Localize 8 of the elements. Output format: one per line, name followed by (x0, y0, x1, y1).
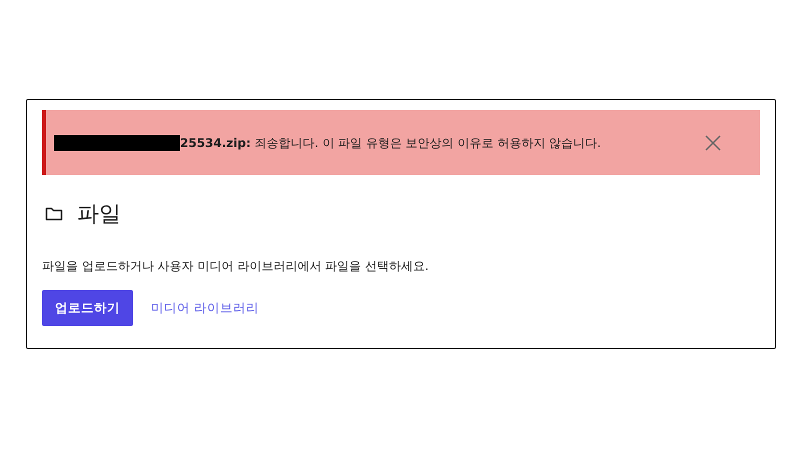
media-library-link[interactable]: 미디어 라이브러리 (151, 300, 259, 316)
folder-icon (45, 206, 63, 222)
upload-button[interactable]: 업로드하기 (42, 290, 133, 326)
error-message: 25534.zip: 죄송합니다. 이 파일 유형은 보안상의 이유로 허용하지 않습니다. (180, 134, 602, 152)
close-icon (704, 134, 722, 152)
panel-description: 파일을 업로드하거나 사용자 미디어 라이브러리에서 파일을 선택하세요. (42, 258, 430, 275)
close-button[interactable] (704, 134, 722, 152)
panel-title: 파일 (77, 201, 121, 229)
